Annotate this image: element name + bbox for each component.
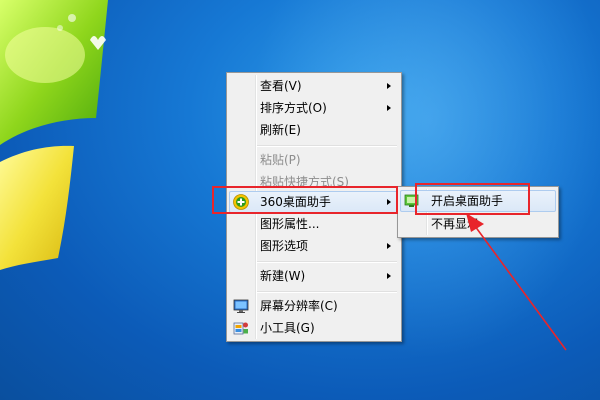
annotation-arrow-icon <box>466 213 567 351</box>
